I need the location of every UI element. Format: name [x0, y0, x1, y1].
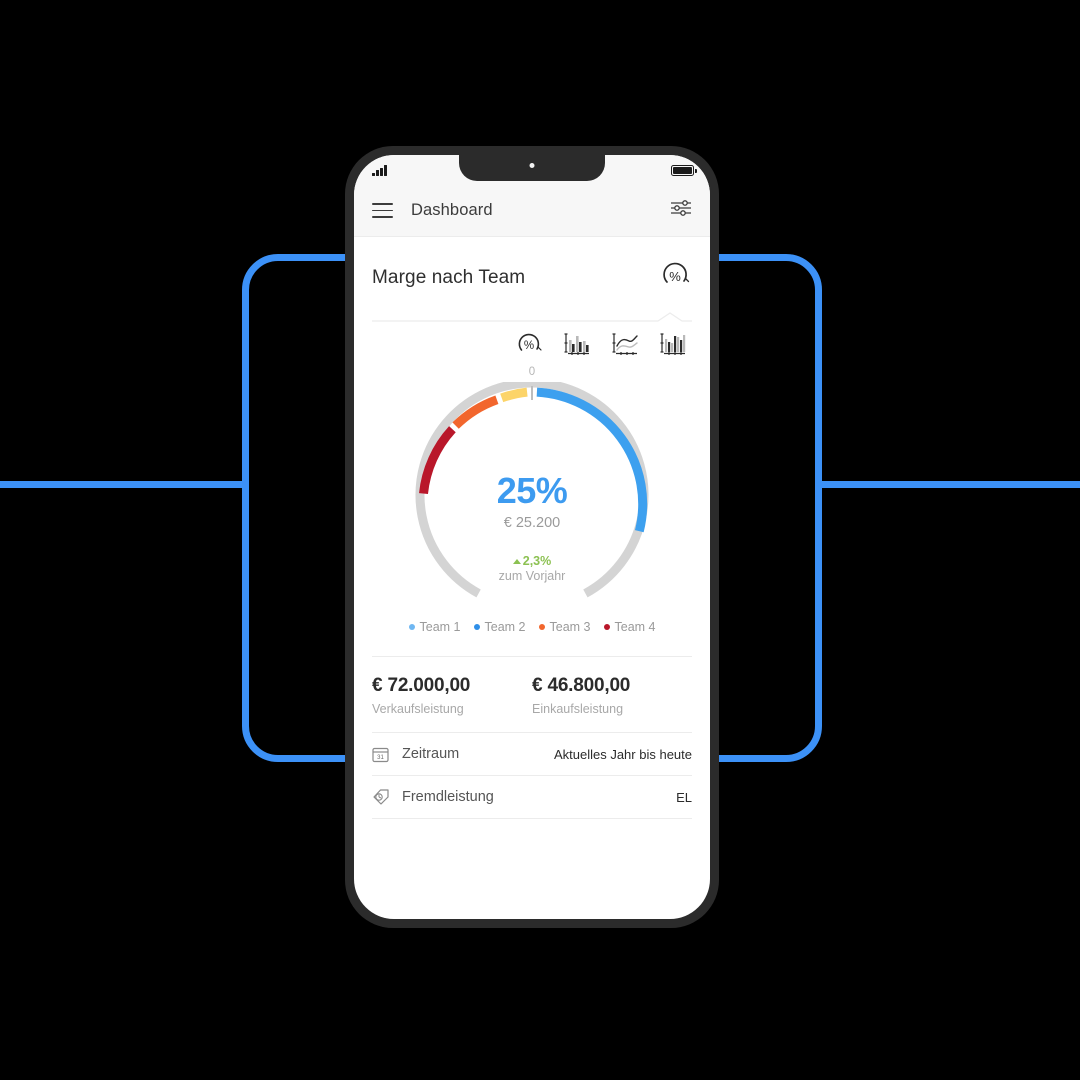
gauge-delta: 2,3% zum Vorjahr [354, 554, 710, 583]
battery-full-icon [671, 164, 697, 176]
settings-row-label: Fremdleistung [402, 789, 494, 805]
gauge-percent-value: 25% [496, 470, 568, 511]
card-divider [354, 310, 710, 324]
chart-type-switcher: % [354, 324, 710, 358]
app-bar: Dashboard [354, 185, 710, 237]
delta-value: 2,3% [522, 554, 552, 568]
settings-row-zeitraum[interactable]: 31 Zeitraum Aktuelles Jahr bis heute [372, 733, 692, 776]
legend-dot-icon [538, 624, 545, 630]
calendar-icon: 31 [372, 746, 398, 763]
chart-type-line[interactable] [610, 330, 640, 358]
chart-type-gauge[interactable]: % [514, 330, 544, 358]
legend-item[interactable]: Team 4 [603, 620, 656, 634]
kpi-label: Verkaufsleistung [372, 702, 464, 716]
legend-label: Team 4 [614, 620, 656, 634]
settings-row-value: Aktuelles Jahr bis heute [553, 746, 692, 762]
legend-dot-icon [408, 624, 415, 630]
svg-text:%: % [524, 340, 534, 352]
legend-dot-icon [603, 624, 610, 630]
gauge-center-values: 25% € 25.200 [354, 470, 710, 531]
settings-row-label: Zeitraum [402, 746, 460, 762]
delta-row: 2,3% [354, 554, 710, 568]
gauge-zero-label: 0 [528, 366, 536, 378]
settings-row-value: EL [676, 789, 692, 805]
phone-notch [459, 155, 605, 181]
kpi-einkaufsleistung: € 46.800,00 Einkaufsleistung [532, 675, 692, 716]
phone-screen: Dashboard Marge nach Team % % 0 25% € 25… [354, 155, 710, 919]
kpi-verkaufsleistung: € 72.000,00 Verkaufsleistung [372, 675, 532, 716]
kpi-value: € 72.000,00 [372, 675, 471, 696]
chart-legend: Team 1 Team 2 Team 3 Team 4 [354, 618, 710, 634]
gauge-percent-icon[interactable]: % [658, 259, 692, 296]
hamburger-menu-icon[interactable] [372, 203, 393, 218]
card-header: Marge nach Team % [354, 237, 710, 296]
delta-label: zum Vorjahr [498, 569, 566, 583]
svg-text:%: % [669, 269, 681, 284]
decorative-line-right [816, 481, 1080, 488]
phone-mockup: Dashboard Marge nach Team % % 0 25% € 25… [345, 146, 719, 928]
legend-item[interactable]: Team 2 [473, 620, 526, 634]
settings-sliders-icon[interactable] [670, 199, 692, 222]
legend-item[interactable]: Team 1 [408, 620, 461, 634]
signal-bars-icon [372, 164, 387, 176]
gauge-chart: 0 25% € 25.200 2,3% zum Vorjahr [354, 360, 710, 618]
legend-dot-icon [473, 624, 480, 630]
kpi-value: € 46.800,00 [532, 675, 631, 696]
legend-label: Team 1 [419, 620, 461, 634]
legend-item[interactable]: Team 3 [538, 620, 591, 634]
legend-label: Team 3 [549, 620, 591, 634]
gauge-amount-value: € 25.200 [503, 515, 561, 531]
trend-up-icon [512, 559, 521, 564]
settings-row-fremdleistung[interactable]: Fremdleistung EL [372, 776, 692, 819]
page-title: Dashboard [411, 201, 493, 219]
kpi-section: € 72.000,00 Verkaufsleistung € 46.800,00… [372, 656, 692, 733]
chart-type-bar[interactable] [562, 330, 592, 358]
card-title: Marge nach Team [372, 266, 526, 288]
front-camera-dot [529, 163, 535, 168]
decorative-line-left [0, 481, 248, 488]
chart-type-column[interactable] [658, 330, 688, 358]
svg-text:31: 31 [377, 755, 384, 761]
kpi-label: Einkaufsleistung [532, 702, 624, 716]
legend-label: Team 2 [484, 620, 526, 634]
tag-icon [372, 788, 398, 806]
